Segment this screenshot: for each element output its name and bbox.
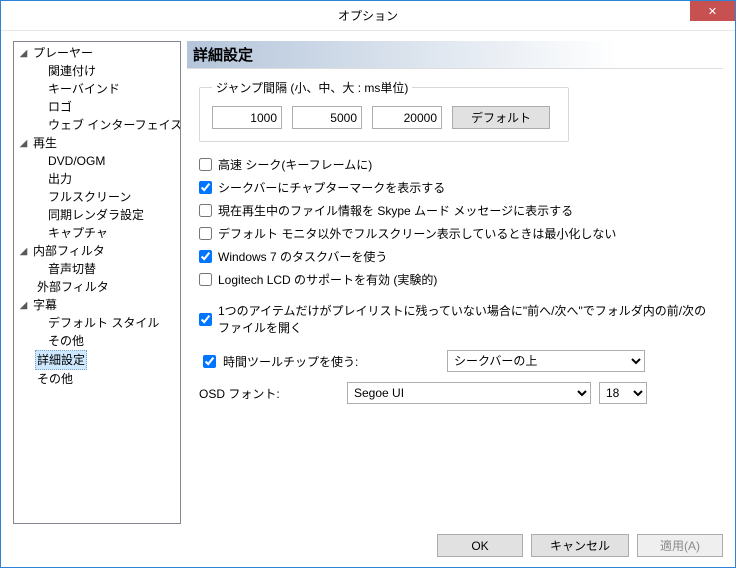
- jump-default-button[interactable]: デフォルト: [452, 106, 550, 129]
- tree-playback-fullscreen[interactable]: フルスクリーン: [16, 188, 178, 206]
- main-split: ◢プレーヤー 関連付け キーバインド ロゴ ウェブ インターフェイス ◢再生 D…: [13, 41, 723, 524]
- check-win7-taskbar-label: Windows 7 のタスクバーを使う: [218, 248, 387, 265]
- check-skype-box[interactable]: [199, 204, 212, 217]
- pane-body: ジャンプ間隔 (小、中、大 : ms単位) デフォルト 高速 シーク(キーフレー…: [187, 69, 723, 524]
- check-fastseek[interactable]: 高速 シーク(キーフレームに): [199, 156, 715, 173]
- tree-playback-output[interactable]: 出力: [16, 170, 178, 188]
- window-title: オプション: [338, 7, 398, 24]
- check-logitech-label: Logitech LCD のサポートを有効 (実験的): [218, 271, 437, 288]
- tree-internal[interactable]: ◢内部フィルタ: [16, 242, 178, 260]
- check-skype[interactable]: 現在再生中のファイル情報を Skype ムード メッセージに表示する: [199, 202, 715, 219]
- check-logitech[interactable]: Logitech LCD のサポートを有効 (実験的): [199, 271, 715, 288]
- check-chapter-marks[interactable]: シークバーにチャプターマークを表示する: [199, 179, 715, 196]
- tree-playback-syncrender[interactable]: 同期レンダラ設定: [16, 206, 178, 224]
- check-playlist-nav[interactable]: 1つのアイテムだけがプレイリストに残っていない場合に"前へ/次へ"でフォルダ内の…: [199, 302, 715, 336]
- check-chapter-marks-label: シークバーにチャプターマークを表示する: [218, 179, 445, 196]
- check-no-minimize[interactable]: デフォルト モニタ以外でフルスクリーン表示しているときは最小化しない: [199, 225, 715, 242]
- tree-other[interactable]: ◢その他: [16, 370, 178, 388]
- jump-legend: ジャンプ間隔 (小、中、大 : ms単位): [212, 79, 412, 96]
- check-fastseek-label: 高速 シーク(キーフレームに): [218, 156, 372, 173]
- check-time-tooltip-label: 時間ツールチップを使う:: [223, 353, 358, 370]
- collapse-icon[interactable]: ◢: [18, 298, 29, 313]
- jump-small-input[interactable]: [212, 106, 282, 129]
- collapse-icon[interactable]: ◢: [18, 244, 29, 259]
- tree-player-logo[interactable]: ロゴ: [16, 98, 178, 116]
- settings-pane: 詳細設定 ジャンプ間隔 (小、中、大 : ms単位) デフォルト: [187, 41, 723, 524]
- tree-subs[interactable]: ◢字幕: [16, 296, 178, 314]
- content-area: ◢プレーヤー 関連付け キーバインド ロゴ ウェブ インターフェイス ◢再生 D…: [1, 31, 735, 567]
- tooltip-position-select[interactable]: シークバーの上: [447, 350, 645, 372]
- check-time-tooltip[interactable]: 時間ツールチップを使う:: [199, 352, 447, 371]
- tree-advanced[interactable]: ◢詳細設定: [16, 350, 178, 370]
- check-logitech-box[interactable]: [199, 273, 212, 286]
- osd-font-select[interactable]: Segoe UI: [347, 382, 591, 404]
- cancel-button[interactable]: キャンセル: [531, 534, 629, 557]
- dialog-footer: OK キャンセル 適用(A): [13, 524, 723, 557]
- check-no-minimize-box[interactable]: [199, 227, 212, 240]
- close-icon: ✕: [708, 5, 717, 18]
- tree-player[interactable]: ◢プレーヤー: [16, 44, 178, 62]
- check-time-tooltip-box[interactable]: [203, 355, 216, 368]
- pane-title: 詳細設定: [187, 41, 723, 69]
- check-skype-label: 現在再生中のファイル情報を Skype ムード メッセージに表示する: [218, 202, 573, 219]
- ok-button[interactable]: OK: [437, 534, 523, 557]
- nav-tree[interactable]: ◢プレーヤー 関連付け キーバインド ロゴ ウェブ インターフェイス ◢再生 D…: [13, 41, 181, 524]
- jump-medium-input[interactable]: [292, 106, 362, 129]
- tree-playback-dvdogm[interactable]: DVD/OGM: [16, 152, 178, 170]
- titlebar: オプション ✕: [1, 1, 735, 31]
- jump-group: ジャンプ間隔 (小、中、大 : ms単位) デフォルト: [199, 79, 569, 142]
- tree-playback-capture[interactable]: キャプチャ: [16, 224, 178, 242]
- check-win7-taskbar[interactable]: Windows 7 のタスクバーを使う: [199, 248, 715, 265]
- tree-player-webui[interactable]: ウェブ インターフェイス: [16, 116, 178, 134]
- check-fastseek-box[interactable]: [199, 158, 212, 171]
- check-win7-taskbar-box[interactable]: [199, 250, 212, 263]
- options-dialog: オプション ✕ ◢プレーヤー 関連付け キーバインド ロゴ ウェブ インターフェ…: [0, 0, 736, 568]
- tree-internal-audioswitch[interactable]: 音声切替: [16, 260, 178, 278]
- close-button[interactable]: ✕: [690, 1, 735, 21]
- tree-external[interactable]: ◢外部フィルタ: [16, 278, 178, 296]
- check-playlist-nav-box[interactable]: [199, 313, 212, 326]
- osd-size-select[interactable]: 18: [599, 382, 647, 404]
- check-no-minimize-label: デフォルト モニタ以外でフルスクリーン表示しているときは最小化しない: [218, 225, 616, 242]
- tree-player-keybind[interactable]: キーバインド: [16, 80, 178, 98]
- tree-playback[interactable]: ◢再生: [16, 134, 178, 152]
- collapse-icon[interactable]: ◢: [18, 136, 29, 151]
- checkbox-list: 高速 シーク(キーフレームに) シークバーにチャプターマークを表示する 現在再生…: [199, 156, 715, 336]
- tooltip-row: 時間ツールチップを使う: シークバーの上: [199, 350, 715, 372]
- tree-subs-defstyle[interactable]: デフォルト スタイル: [16, 314, 178, 332]
- check-playlist-nav-label: 1つのアイテムだけがプレイリストに残っていない場合に"前へ/次へ"でフォルダ内の…: [218, 302, 715, 336]
- tree-player-assoc[interactable]: 関連付け: [16, 62, 178, 80]
- apply-button[interactable]: 適用(A): [637, 534, 723, 557]
- collapse-icon[interactable]: ◢: [18, 46, 29, 61]
- jump-large-input[interactable]: [372, 106, 442, 129]
- check-chapter-marks-box[interactable]: [199, 181, 212, 194]
- tree-subs-misc[interactable]: その他: [16, 332, 178, 350]
- osd-font-label: OSD フォント:: [199, 385, 347, 402]
- osd-row: OSD フォント: Segoe UI 18: [199, 382, 715, 404]
